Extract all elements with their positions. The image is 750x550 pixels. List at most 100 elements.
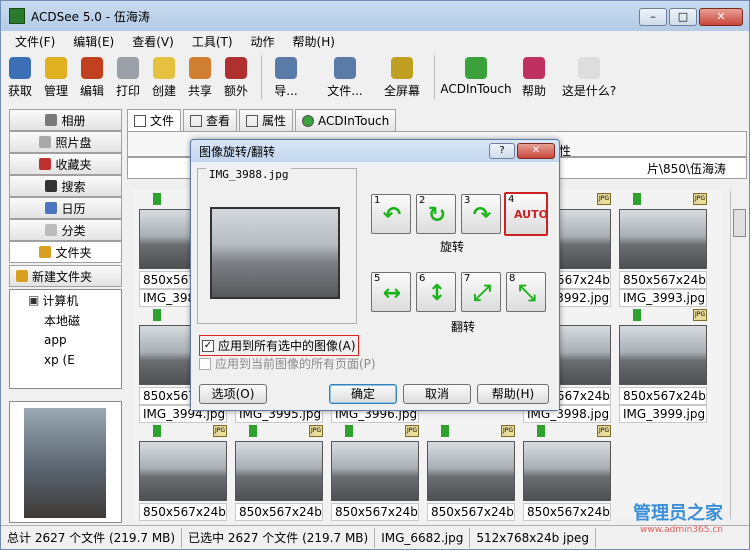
favorites-icon [39, 158, 52, 170]
dialog-body: IMG_3988.jpg 1 ↶ 2 ↻ 3 ↷ 4 AUTO 旋转 5 ↔ 6 ↕ 7 ⤢ … [191, 164, 559, 410]
nav-search[interactable]: 搜索 [9, 175, 122, 197]
toolbar-whats-this-button[interactable]: 这是什么? [561, 53, 617, 99]
toolbar-separator [434, 55, 435, 99]
thumbnail-scrollbar[interactable] [730, 191, 747, 519]
auto-rotate-button[interactable]: 4 AUTO [504, 192, 548, 236]
left-panel: 相册 照片盘 收藏夹 搜索 日历 分类 文件夹 新建文件夹 ▣ 计算机 本地磁 a… [9, 109, 122, 523]
thumbnail-image [619, 209, 707, 269]
menu-help[interactable]: 帮助(H) [293, 33, 335, 50]
create-icon [153, 57, 175, 79]
toolbar-extra-button[interactable]: 额外 [221, 53, 251, 99]
menu-file[interactable]: 文件(F) [15, 33, 55, 50]
flip-vertical-icon: ↕ [427, 281, 447, 306]
minimize-button[interactable]: – [639, 8, 667, 26]
tree-item-xp[interactable]: xp (E [10, 350, 121, 370]
toolbar-fullscreen-button[interactable]: 全屏幕 [380, 53, 424, 99]
tree-item-computer[interactable]: ▣ 计算机 [10, 290, 121, 310]
thumbnail-image [331, 441, 419, 501]
dialog-help-button[interactable]: ? [489, 143, 515, 159]
flip-label: 翻转 [451, 320, 476, 334]
rotate-flip-dialog: 图像旋转/翻转 ? ✕ IMG_3988.jpg 1 ↶ 2 ↻ 3 ↷ 4 AUTO … [190, 139, 560, 411]
rotate-left-90-button[interactable]: 1 ↶ [371, 194, 411, 234]
tab-view[interactable]: 查看 [183, 109, 238, 131]
acquire-icon [9, 57, 31, 79]
menu-edit[interactable]: 编辑(E) [73, 33, 114, 50]
dialog-close-button[interactable]: ✕ [517, 143, 555, 159]
auto-rotate-icon: AUTO [514, 208, 548, 221]
status-icon [153, 425, 161, 437]
view-tabs: 文件 查看 属性 ACDInTouch [127, 109, 747, 131]
toolbar-create-button[interactable]: 创建 [149, 53, 179, 99]
jpg-badge-icon: JPG [309, 425, 323, 437]
flip-horizontal-button[interactable]: 5 ↔ [371, 272, 411, 312]
apply-all-selected-checkbox[interactable]: ✓ 应用到所有选中的图像(A) [199, 335, 359, 356]
thumbnail-image [139, 441, 227, 501]
toolbar-print-button[interactable]: 打印 [113, 53, 143, 99]
thumbnail-image [619, 325, 707, 385]
thumbnail[interactable]: JPG 850x567x24b [427, 423, 515, 539]
menu-view[interactable]: 查看(V) [132, 33, 174, 50]
flip-antidiagonal-button[interactable]: 8 ⤡ [506, 272, 546, 312]
cancel-button[interactable]: 取消 [403, 384, 471, 404]
toolbar-help-button[interactable]: 帮助 [519, 53, 549, 99]
nav-album[interactable]: 相册 [9, 109, 122, 131]
thumbnail[interactable]: JPG 850x567x24b IMG_3999.jpg [619, 307, 707, 423]
toolbar-separator [261, 55, 262, 99]
tree-item-local-disk[interactable]: 本地磁 [10, 310, 121, 330]
maximize-button[interactable]: □ [669, 8, 697, 26]
dialog-preview-image [210, 207, 340, 299]
manage-icon [45, 57, 67, 79]
search-icon [45, 180, 58, 192]
thumbnail[interactable]: JPG 850x567x24b [523, 423, 611, 539]
jpg-badge-icon: JPG [597, 193, 611, 205]
new-folder-button[interactable]: 新建文件夹 [9, 265, 122, 287]
tab-acdintouch[interactable]: ACDInTouch [295, 109, 397, 131]
thumbnail[interactable]: JPG 850x567x24b [331, 423, 419, 539]
rotate-right-90-button[interactable]: 3 ↷ [461, 194, 501, 234]
status-icon [441, 425, 449, 437]
toolbar-nav-button[interactable]: 导... [266, 53, 306, 99]
close-button[interactable]: ✕ [699, 8, 743, 26]
rotate-label: 旋转 [440, 240, 465, 254]
toolbar-share-button[interactable]: 共享 [185, 53, 215, 99]
status-icon [153, 309, 161, 321]
nav-photo-disc[interactable]: 照片盘 [9, 131, 122, 153]
ok-button[interactable]: 确定 [329, 384, 397, 404]
whats-this-icon [578, 57, 600, 79]
share-icon [189, 57, 211, 79]
nav-category[interactable]: 分类 [9, 219, 122, 241]
nav-favorites[interactable]: 收藏夹 [9, 153, 122, 175]
checkmark-icon: ✓ [202, 339, 214, 352]
nav-calendar[interactable]: 日历 [9, 197, 122, 219]
tree-item-app[interactable]: app [10, 330, 121, 350]
toolbar-acdintouch-button[interactable]: ACDInTouch [439, 53, 513, 96]
preview-pane [9, 401, 122, 523]
menu-action[interactable]: 动作 [251, 33, 275, 50]
flip-diagonal-button[interactable]: 7 ⤢ [461, 272, 501, 312]
thumbnail[interactable]: JPG 850x567x24b [235, 423, 323, 539]
apply-all-pages-checkbox[interactable]: 应用到当前图像的所有页面(P) [199, 355, 376, 372]
thumbnail[interactable]: JPG 850x567x24b [139, 423, 227, 539]
thumbnail[interactable]: JPG 850x567x24b IMG_3993.jpg [619, 191, 707, 307]
view-tab-icon [190, 114, 203, 127]
folder-icon [39, 246, 52, 258]
photo-disc-icon [39, 136, 52, 148]
toolbar-edit-button[interactable]: 编辑 [77, 53, 107, 99]
flip-vertical-button[interactable]: 6 ↕ [416, 272, 456, 312]
tab-properties[interactable]: 属性 [239, 109, 294, 131]
toolbar-acquire-button[interactable]: 获取 [5, 53, 35, 99]
toolbar-manage-button[interactable]: 管理 [41, 53, 71, 99]
new-folder-icon [16, 270, 28, 282]
tab-files[interactable]: 文件 [127, 109, 182, 131]
scroll-thumb[interactable] [733, 209, 746, 237]
menu-bar: 文件(F) 编辑(E) 查看(V) 工具(T) 动作 帮助(H) [1, 31, 749, 51]
options-button[interactable]: 选项(O) [199, 384, 267, 404]
nav-folders[interactable]: 文件夹 [9, 241, 122, 263]
rotate-180-icon: ↻ [427, 203, 447, 228]
rotate-180-button[interactable]: 2 ↻ [416, 194, 456, 234]
dialog-help-text-button[interactable]: 帮助(H) [477, 384, 549, 404]
preview-image [24, 408, 106, 518]
status-total: 总计 2627 个文件 (219.7 MB) [1, 527, 183, 548]
toolbar-files-button[interactable]: 文件... [322, 53, 368, 99]
menu-tools[interactable]: 工具(T) [192, 33, 233, 50]
